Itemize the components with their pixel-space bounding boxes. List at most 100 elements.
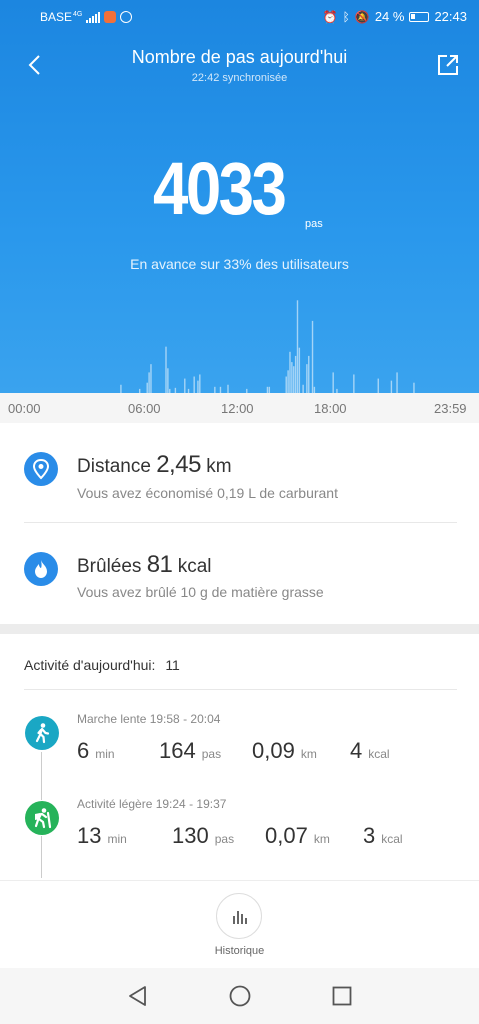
chart-bar (296, 300, 299, 393)
tick-label: 12:00 (221, 401, 254, 416)
activity-values: 6 min 164 pas 0,09 km 4 kcal (77, 738, 479, 768)
whatsapp-icon (120, 11, 133, 23)
carrier-label: BASE (40, 10, 73, 24)
distance-value: 0,09 km (252, 738, 317, 764)
triangle-back-icon (129, 986, 146, 1006)
chart-bar (302, 384, 304, 393)
calories-value: 3 kcal (363, 823, 403, 849)
battery-percent: 24 % (374, 9, 405, 24)
distance-label: Distance (77, 456, 151, 477)
section-separator (0, 624, 479, 634)
divider (24, 689, 457, 690)
fat-burned-text: Vous avez brûlé 10 g de matière grasse (77, 584, 324, 600)
calories-label: Brûlées (77, 556, 142, 577)
steps-value: 130 pas (172, 823, 234, 849)
nav-recents-button[interactable] (330, 984, 354, 1008)
chart-bar (311, 320, 314, 393)
step-count: 4033 (153, 147, 287, 230)
status-left: BASE 4G (40, 10, 133, 24)
distance-unit: km (206, 456, 232, 477)
distance-number: 0,09 (252, 738, 295, 763)
hiking-person-icon (25, 801, 59, 835)
duration-number: 13 (77, 823, 102, 848)
timeline-connector (41, 836, 42, 878)
activity-title: Activité légère 19:24 - 19:37 (77, 797, 227, 811)
page-title: Nombre de pas aujourd'hui (131, 47, 348, 67)
distance-value: 2,45 (156, 451, 201, 478)
mute-icon: 🔕 (354, 9, 370, 24)
calories-unit: kcal (177, 556, 212, 577)
chart-bar (197, 380, 199, 393)
distance-card[interactable]: Distance 2,45 km Vous avez économisé 0,1… (0, 423, 479, 523)
activity-title: Marche lente 19:58 - 20:04 (77, 712, 221, 726)
chart-bar (289, 351, 291, 393)
nav-back-button[interactable] (126, 984, 150, 1008)
tick-label: 00:00 (8, 401, 41, 416)
activity-values: 13 min 130 pas 0,07 km 3 kcal (77, 823, 479, 853)
flame-icon (24, 552, 58, 586)
chart-bar (150, 364, 152, 393)
calories-number: 4 (350, 738, 363, 763)
chart-bar (165, 346, 167, 393)
activity-heading: Activité d'aujourd'hui: 11 (24, 657, 180, 673)
chart-bar (308, 355, 310, 393)
chart-bar (291, 362, 293, 393)
calories-unit: kcal (381, 832, 403, 846)
battery-icon (409, 11, 430, 22)
tick-label: 23:59 (434, 401, 467, 416)
chart-bar (390, 380, 393, 393)
bottom-bar: Historique (0, 880, 479, 968)
distance-value: 0,07 km (265, 823, 330, 849)
chart-bar (306, 364, 308, 393)
fuel-saved-text: Vous avez économisé 0,19 L de carburant (77, 485, 338, 501)
chart-bar (146, 382, 148, 393)
distance-number: 0,07 (265, 823, 308, 848)
chart-bar (294, 355, 297, 393)
share-external-icon (438, 55, 458, 75)
network-type: 4G (73, 10, 83, 18)
steps-value: 164 pas (159, 738, 221, 764)
distance-unit: km (313, 832, 330, 846)
chart-bar (377, 378, 379, 393)
chart-time-axis: 00:00 06:00 12:00 18:00 23:59 (0, 393, 479, 423)
system-navigation-bar (0, 968, 479, 1024)
alarm-icon: ⏰ (322, 9, 338, 24)
history-label[interactable]: Historique (0, 945, 479, 957)
chart-bar (227, 384, 229, 393)
clock: 22:43 (434, 9, 467, 24)
chart-bar (167, 368, 169, 393)
activity-heading-label: Activité d'aujourd'hui: (24, 657, 156, 673)
step-unit: pas (305, 218, 323, 230)
duration-value: 6 min (77, 738, 115, 764)
nav-home-button[interactable] (228, 984, 252, 1008)
chart-bar (199, 374, 201, 393)
calories-card[interactable]: Brûlées 81 kcal Vous avez brûlé 10 g de … (0, 523, 479, 623)
distance-headline: Distance 2,45 km (77, 451, 232, 479)
status-bar: BASE 4G ⏰ ᛒ 🔕 24 % 22:43 (0, 0, 479, 34)
duration-value: 13 min (77, 823, 127, 849)
chart-bar (353, 374, 355, 393)
calories-unit: kcal (368, 747, 390, 761)
chart-bar (287, 370, 289, 393)
distance-unit: km (300, 747, 317, 761)
calories-number: 3 (363, 823, 376, 848)
calories-value: 81 (146, 551, 173, 578)
steps-unit: pas (214, 832, 235, 846)
timeline-connector (41, 752, 42, 800)
chart-bar (298, 347, 301, 393)
walking-person-icon (25, 716, 59, 750)
bar-chart-icon (233, 911, 247, 924)
share-button[interactable] (435, 52, 461, 78)
duration-unit: min (107, 832, 127, 846)
chart-bar (396, 372, 398, 393)
history-button[interactable] (216, 893, 262, 939)
chart-bar (120, 384, 122, 393)
status-right: ⏰ ᛒ 🔕 24 % 22:43 (323, 9, 467, 24)
calories-value: 4 kcal (350, 738, 390, 764)
chart-bar (148, 372, 150, 393)
app-notification-icon (104, 11, 117, 23)
tick-label: 06:00 (128, 401, 161, 416)
steps-number: 130 (172, 823, 209, 848)
map-pin-icon (24, 452, 58, 486)
steps-unit: pas (201, 747, 222, 761)
